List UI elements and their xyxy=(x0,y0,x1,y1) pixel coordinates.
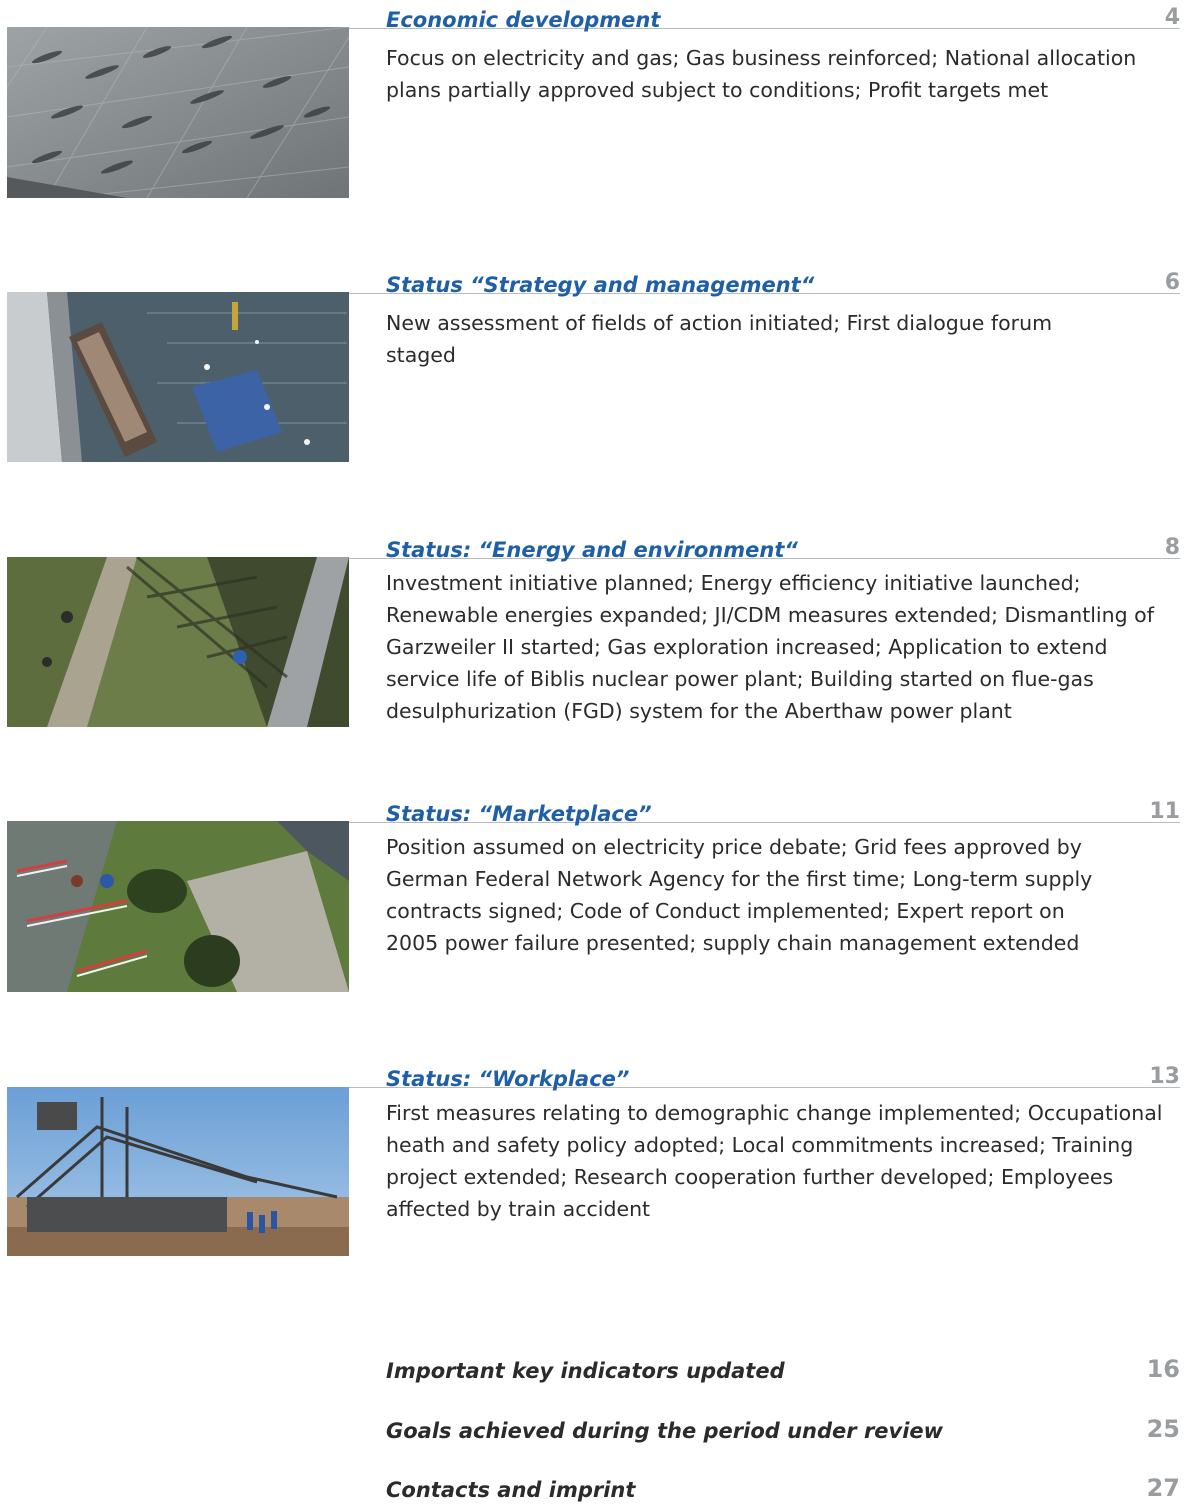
section-title[interactable]: Economic development xyxy=(386,8,660,32)
section-description: New assessment of fields of action initi… xyxy=(386,311,1053,367)
section-title[interactable]: Status: “Workplace” xyxy=(386,1067,629,1091)
section-title[interactable]: Status “Strategy and management“ xyxy=(386,273,814,297)
extra-page-number[interactable]: 25 xyxy=(1147,1415,1180,1443)
section-photo-economic xyxy=(7,27,349,198)
section-description: Investment initiative planned; Energy ef… xyxy=(386,571,1154,723)
extra-page-number[interactable]: 27 xyxy=(1147,1474,1180,1502)
section-photo-marketplace xyxy=(7,821,349,992)
section-photo-energy xyxy=(7,557,349,727)
section-title[interactable]: Status: “Energy and environment“ xyxy=(386,538,798,562)
section-description: Position assumed on electricity price de… xyxy=(386,835,1093,955)
section-page-number[interactable]: 4 xyxy=(1165,6,1180,30)
section-page-number[interactable]: 8 xyxy=(1165,536,1180,560)
section-photo-workplace xyxy=(7,1087,349,1256)
section-description: Focus on electricity and gas; Gas busine… xyxy=(386,46,1137,102)
section-photo-strategy xyxy=(7,292,349,462)
section-description: First measures relating to demographic c… xyxy=(386,1101,1163,1221)
section-page-number[interactable]: 13 xyxy=(1149,1065,1180,1089)
section-page-number[interactable]: 6 xyxy=(1165,271,1180,295)
extra-title[interactable]: Contacts and imprint xyxy=(386,1476,635,1504)
extra-title[interactable]: Important key indicators updated xyxy=(386,1357,785,1385)
section-title[interactable]: Status: “Marketplace” xyxy=(386,802,652,826)
section-page-number[interactable]: 11 xyxy=(1149,800,1180,824)
extra-title[interactable]: Goals achieved during the period under r… xyxy=(386,1417,943,1445)
extra-page-number[interactable]: 16 xyxy=(1147,1355,1180,1383)
